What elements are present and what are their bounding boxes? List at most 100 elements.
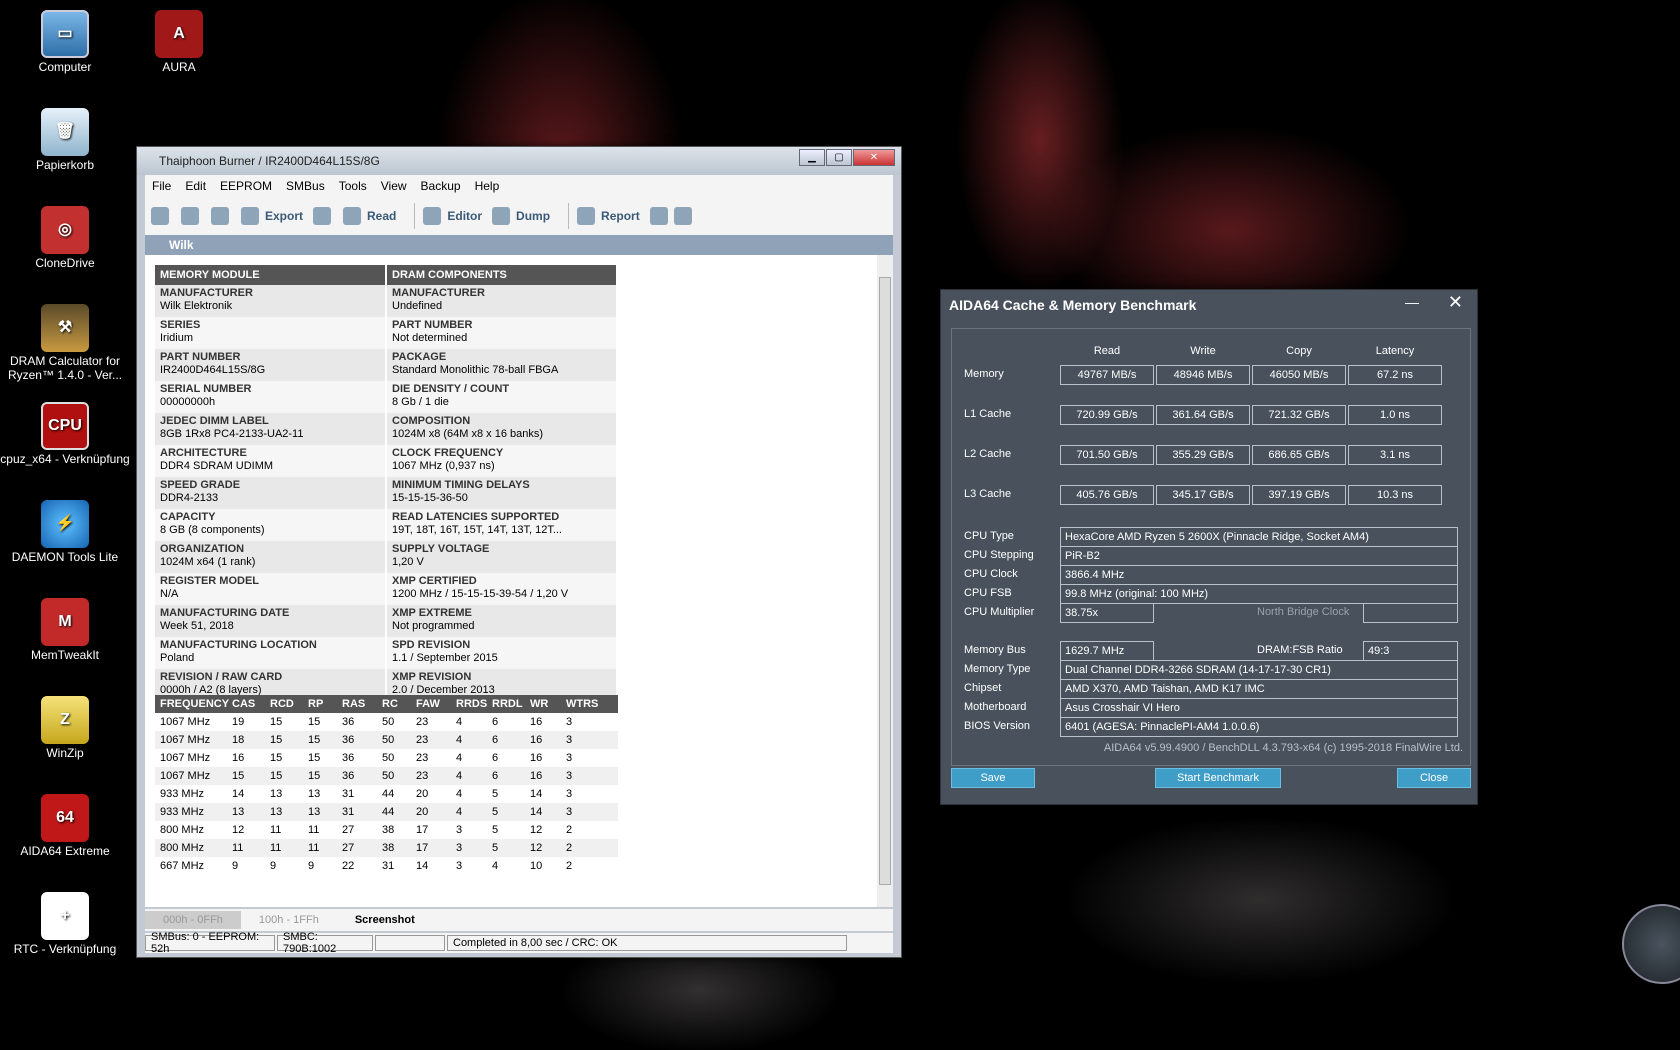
save-button[interactable]: Save — [951, 768, 1035, 788]
bench-row-label: L3 Cache — [964, 488, 1012, 500]
app-icon: A — [155, 10, 203, 58]
field-label: MINIMUM TIMING DELAYS — [392, 479, 530, 491]
timing-cell: 23 — [416, 752, 429, 764]
grid-row: MANUFACTURING DATE Week 51, 2018 XMP EXTRE… — [155, 605, 618, 637]
timing-cell: 36 — [342, 770, 355, 782]
lock-icon[interactable] — [313, 207, 332, 225]
refresh-icon[interactable] — [673, 207, 692, 225]
toolbar-editor-button[interactable]: Editor — [423, 207, 482, 225]
start-benchmark-button[interactable]: Start Benchmark — [1155, 768, 1281, 788]
gear-icon[interactable] — [151, 207, 169, 225]
grid-cell: CAPACITY 8 GB (8 components) — [155, 509, 387, 541]
desktop-icon[interactable]: + RTC - Verknüpfung — [0, 892, 130, 956]
window-controls: ▁ ▢ ✕ — [798, 149, 895, 166]
close-button[interactable]: Close — [1397, 768, 1471, 788]
folder-icon[interactable] — [181, 207, 199, 225]
desktop-icon[interactable]: M MemTweakIt — [0, 598, 130, 662]
timing-cell: 12 — [530, 842, 543, 854]
vertical-scrollbar[interactable] — [877, 255, 893, 907]
timing-cell: 36 — [342, 716, 355, 728]
menu-item[interactable]: View — [374, 179, 414, 193]
timing-cell: 14 — [530, 806, 543, 818]
info-value: Asus Crosshair VI Hero — [1060, 698, 1458, 718]
minimize-button[interactable]: ▁ — [799, 149, 825, 166]
menu-item[interactable]: Edit — [178, 179, 213, 193]
grid-cell: MANUFACTURER Wilk Elektronik — [155, 285, 387, 317]
timing-cell: 4 — [456, 806, 463, 818]
desktop-icon[interactable]: 🗑 Papierkorb — [0, 108, 130, 172]
grid-cell: MANUFACTURING LOCATION Poland — [155, 637, 387, 669]
field-value: 1200 MHz / 15-15-15-39-54 / 1,20 V — [392, 588, 569, 600]
menu-item[interactable]: Backup — [414, 179, 468, 193]
timing-cell: 17 — [416, 842, 429, 854]
grid-cell: ORGANIZATION 1024M x64 (1 rank) — [155, 541, 387, 573]
toolbar-read-button[interactable]: Read — [343, 207, 396, 225]
desktop-icon[interactable]: ⚡ DAEMON Tools Lite — [0, 500, 130, 564]
timing-cell: 15 — [270, 734, 283, 746]
toolbar-report-button[interactable]: Report — [577, 207, 640, 225]
desktop-icon[interactable]: A AURA — [114, 10, 244, 74]
timing-row[interactable]: 800 MHz 11 11 11 27 38 17 3 5 12 2 — [155, 839, 618, 857]
close-button[interactable]: ✕ — [853, 149, 895, 166]
timing-cell: 27 — [342, 824, 355, 836]
timing-cell: 667 MHz — [160, 860, 205, 872]
menu-item[interactable]: EEPROM — [213, 179, 279, 193]
desktop-icon-label: RTC - Verknüpfung — [13, 942, 117, 956]
desktop-icon[interactable]: ▭ Computer — [0, 10, 130, 74]
timing-cell: 14 — [530, 788, 543, 800]
menu-item[interactable]: Tools — [332, 179, 374, 193]
tab-2[interactable]: Screenshot — [337, 911, 433, 929]
desktop-icon[interactable]: ◎ CloneDrive — [0, 206, 130, 270]
timing-header-cell: FAW — [416, 698, 440, 710]
screenshot-icon[interactable] — [649, 207, 668, 225]
save-icon[interactable] — [211, 207, 229, 225]
field-label: DIE DENSITY / COUNT — [392, 383, 510, 395]
toolbar-export-button[interactable]: Export — [241, 207, 303, 225]
read-icon — [343, 207, 362, 225]
desktop-icon-label: Computer — [38, 60, 92, 74]
timing-row[interactable]: 800 MHz 12 11 11 27 38 17 3 5 12 2 — [155, 821, 618, 839]
field-value: 15-15-15-36-50 — [392, 492, 468, 504]
section-header[interactable]: Wilk — [145, 235, 893, 255]
desktop-icon[interactable]: 64 AIDA64 Extreme — [0, 794, 130, 858]
timing-row[interactable]: 1067 MHz 18 15 15 36 50 23 4 6 16 3 — [155, 731, 618, 749]
timing-cell: 4 — [456, 734, 463, 746]
bench-row-label: L1 Cache — [964, 408, 1012, 420]
menu-item[interactable]: Help — [468, 179, 507, 193]
info-label: North Bridge Clock — [1257, 606, 1350, 618]
timing-cell: 38 — [382, 824, 395, 836]
tab-0[interactable]: 000h - 0FFh — [145, 911, 241, 929]
close-icon[interactable]: ✕ — [1448, 292, 1463, 313]
info-label: Motherboard — [964, 701, 1027, 713]
scroll-thumb[interactable] — [879, 277, 891, 885]
timing-cell: 13 — [270, 788, 283, 800]
timing-row[interactable]: 1067 MHz 15 15 15 36 50 23 4 6 16 3 — [155, 767, 618, 785]
timing-row[interactable]: 1067 MHz 19 15 15 36 50 23 4 6 16 3 — [155, 713, 618, 731]
grid-cell: JEDEC DIMM LABEL 8GB 1Rx8 PC4-2133-UA2-11 — [155, 413, 387, 445]
timing-row[interactable]: 933 MHz 13 13 13 31 44 20 4 5 14 3 — [155, 803, 618, 821]
timing-cell: 9 — [270, 860, 277, 872]
desktop-icon-label: Papierkorb — [35, 158, 95, 172]
desktop-icon[interactable]: ⚒ DRAM Calculator for Ryzen™ 1.4.0 - Ver.… — [0, 304, 130, 382]
tab-1[interactable]: 100h - 1FFh — [241, 911, 337, 929]
field-label: COMPOSITION — [392, 415, 471, 427]
desktop-icon[interactable]: CPU cpuz_x64 - Verknüpfung — [0, 402, 130, 466]
timing-row[interactable]: 667 MHz 9 9 9 22 31 14 3 4 10 2 — [155, 857, 618, 875]
desktop-icon-label: DAEMON Tools Lite — [11, 550, 119, 564]
field-label: JEDEC DIMM LABEL — [160, 415, 269, 427]
bench-value: 397.19 GB/s — [1252, 485, 1346, 505]
toolbar-dump-button[interactable]: Dump — [492, 207, 550, 225]
timing-cell: 36 — [342, 752, 355, 764]
menu-item[interactable]: SMBus — [279, 179, 332, 193]
menu-item[interactable]: File — [145, 179, 178, 193]
timing-row[interactable]: 933 MHz 14 13 13 31 44 20 4 5 14 3 — [155, 785, 618, 803]
desktop-icon[interactable]: Z WinZip — [0, 696, 130, 760]
maximize-button[interactable]: ▢ — [826, 149, 852, 166]
minimize-icon[interactable]: — — [1405, 294, 1419, 310]
timing-row[interactable]: 1067 MHz 16 15 15 36 50 23 4 6 16 3 — [155, 749, 618, 767]
grid-row: CAPACITY 8 GB (8 components) READ LATENCIE… — [155, 509, 618, 541]
timing-cell: 12 — [530, 824, 543, 836]
timing-cell: 2 — [566, 860, 573, 872]
field-value: N/A — [160, 588, 179, 600]
launcher-ring-icon[interactable] — [1622, 904, 1680, 984]
